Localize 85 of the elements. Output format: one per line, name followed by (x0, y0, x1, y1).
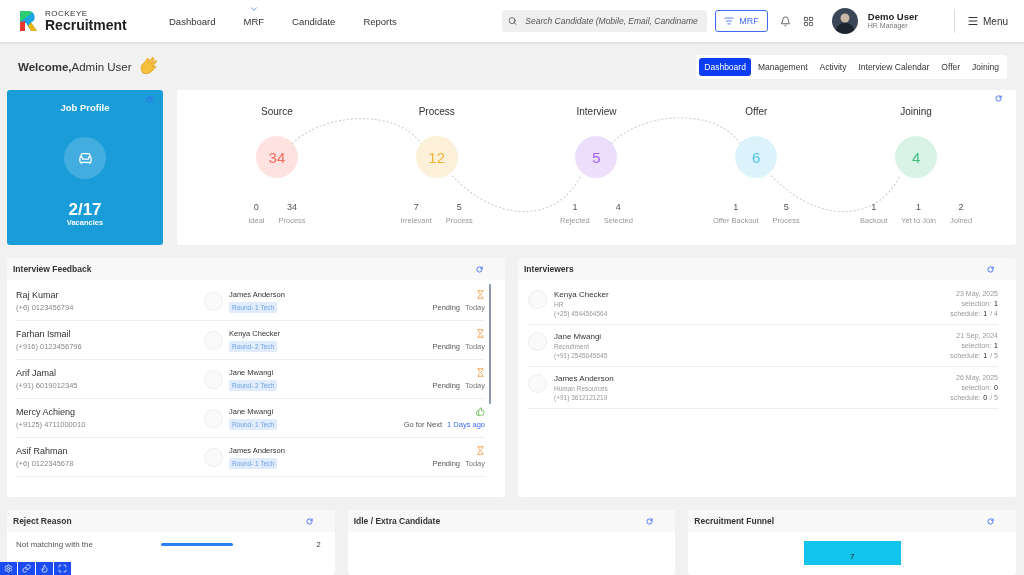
stat-value: 1 (572, 202, 578, 212)
filter-icon (724, 16, 735, 26)
stat-value: 1 (733, 202, 739, 212)
interviewer-name: Kenya Checker (554, 290, 609, 299)
stage-count: 12 (415, 136, 458, 178)
panel-title: Recruitment Funnel (694, 516, 775, 526)
stat-value: 1 (916, 202, 922, 212)
gear-icon (4, 564, 13, 573)
brand-tagline: ROCKEYE (45, 10, 89, 18)
stat-value: 4 (615, 202, 621, 212)
funnel-bar: 7 (803, 541, 901, 565)
stage-count: 6 (735, 136, 778, 178)
flame-icon (40, 564, 49, 573)
mrf-button[interactable]: MRF (715, 10, 768, 32)
panel-title: Interview Feedback (13, 264, 92, 274)
stat-value: 5 (456, 202, 462, 212)
stage-count: 34 (255, 136, 298, 178)
refresh-icon[interactable] (476, 265, 483, 273)
tab[interactable]: Interview Calendar (853, 58, 935, 76)
panel-title: Idle / Extra Candidate (353, 516, 441, 526)
stat-value: 7 (413, 202, 419, 212)
welcome-text: Welcome,Admin User (18, 61, 132, 73)
stat-value: 2 (958, 202, 964, 212)
brand-name: Recruitment (45, 18, 127, 32)
candidate-name: Asif Rahman (16, 446, 69, 456)
expand-icon (58, 564, 67, 573)
tab[interactable]: Activity (814, 58, 852, 76)
stat-value: 0 (253, 202, 259, 212)
tab[interactable]: Dashboard (699, 58, 751, 76)
stat-value: 1 (871, 202, 877, 212)
menu-button[interactable]: Menu (967, 15, 1008, 27)
tab[interactable]: Offer (936, 58, 966, 76)
interviewer-name: Jane Mwangi (554, 332, 603, 341)
apps-button[interactable] (802, 15, 814, 27)
stage-title: Interview (576, 106, 617, 117)
link-icon (22, 564, 31, 573)
avatar-icon (831, 8, 858, 34)
refresh-icon[interactable] (995, 95, 1002, 102)
stat-value: 34 (287, 202, 298, 212)
hourglass-icon (476, 368, 485, 377)
card-title: Job Profile (60, 102, 110, 113)
tab[interactable]: Management (752, 58, 813, 76)
stat-value: 5 (783, 202, 789, 212)
candidate-name: Farhan Ismail (16, 329, 72, 339)
refresh-icon[interactable] (305, 517, 313, 525)
menu-icon (967, 15, 979, 27)
nav-link[interactable]: Dashboard (160, 3, 225, 27)
stage-title: Offer (745, 106, 768, 117)
nav-link[interactable]: Candidate (283, 3, 345, 27)
user-name: Demo User (867, 11, 918, 23)
stage-count: 5 (575, 136, 618, 178)
refresh-icon[interactable] (987, 265, 994, 273)
logo-icon (18, 9, 40, 33)
settings-button[interactable] (0, 562, 17, 575)
panel-title: Interviewers (524, 264, 574, 274)
search-icon (508, 16, 518, 26)
tab[interactable]: Joining (967, 58, 1004, 76)
hourglass-icon (476, 329, 485, 338)
panel-title: Reject Reason (13, 516, 72, 526)
nav-link[interactable]: MRF (234, 3, 274, 27)
fullscreen-button[interactable] (54, 562, 71, 575)
candidate-name: Arif Jamal (16, 368, 57, 378)
stage-title: Joining (900, 106, 932, 117)
reason-label: Not matching with the (16, 540, 94, 549)
hourglass-icon (476, 446, 485, 455)
notification-button[interactable] (779, 15, 791, 27)
link-button[interactable] (18, 562, 35, 575)
search-field[interactable]: Search Candidate (Mobile, Email, Candiname (502, 10, 708, 32)
refresh-icon[interactable] (146, 96, 153, 103)
stage-count: 4 (895, 136, 938, 178)
refresh-icon[interactable] (646, 517, 654, 525)
chair-icon (64, 137, 106, 179)
stage-title: Source (261, 106, 293, 117)
nav-link[interactable]: Reports (354, 3, 406, 27)
vacancy-count: 2/17 (68, 201, 102, 218)
candidate-name: Mercy Achieng (16, 407, 77, 417)
bell-icon (779, 15, 791, 27)
candidate-name: Raj Kumar (16, 290, 60, 300)
grid-icon (802, 15, 814, 27)
flame-button[interactable] (36, 562, 53, 575)
interviewer-name: James Anderson (554, 374, 614, 383)
refresh-icon[interactable] (987, 517, 994, 525)
thumbs-up-icon (476, 407, 485, 416)
hourglass-icon (476, 290, 485, 299)
stage-title: Process (418, 106, 455, 117)
